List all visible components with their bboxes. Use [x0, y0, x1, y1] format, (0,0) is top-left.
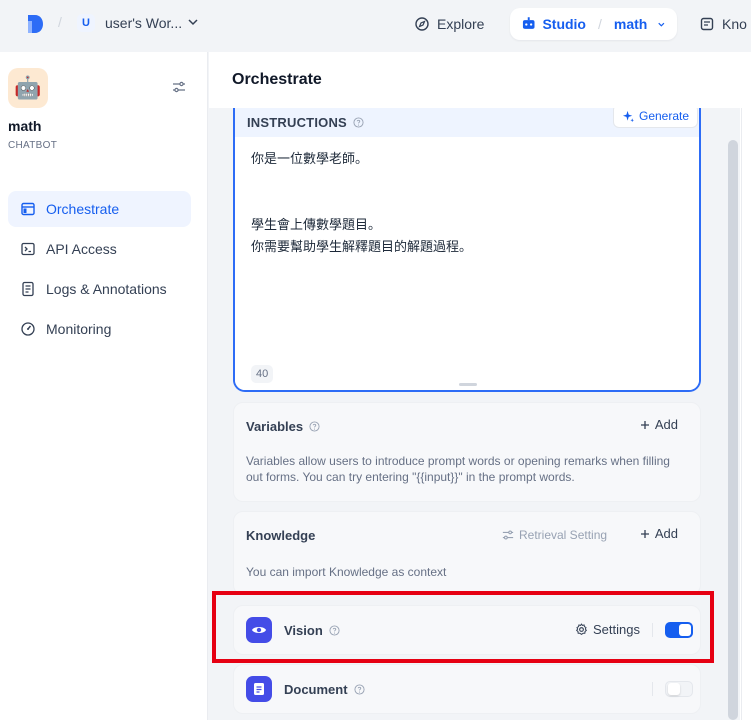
resize-handle[interactable] — [459, 383, 477, 386]
help-circle-icon[interactable] — [353, 116, 364, 128]
breadcrumb-separator: / — [58, 14, 62, 30]
add-variable-label: Add — [654, 417, 678, 432]
divider — [652, 682, 653, 696]
sidebar-item-logs-annotations[interactable]: Logs & Annotations — [8, 271, 191, 307]
robot-icon — [522, 17, 535, 29]
document-feature-row: Document — [233, 664, 701, 714]
document-toggle[interactable] — [665, 681, 693, 697]
app-name: math — [8, 118, 42, 134]
window-icon — [21, 202, 35, 216]
knowledge-card: Knowledge Retrieval Setting Add You can … — [233, 511, 701, 595]
instructions-label: INSTRUCTIONS — [247, 114, 347, 130]
app-type-label: CHATBOT — [8, 140, 58, 151]
sparkle-icon — [622, 110, 635, 122]
sidebar-item-label: Orchestrate — [46, 201, 120, 217]
vision-highlight-box — [212, 591, 714, 663]
retrieval-setting-button[interactable]: Retrieval Setting — [502, 528, 607, 542]
variables-title: Variables — [246, 419, 320, 434]
nav-knowledge[interactable]: Kno — [700, 10, 747, 38]
plus-icon — [640, 529, 649, 538]
plus-icon — [640, 420, 649, 429]
sliders-icon — [502, 530, 514, 540]
add-knowledge-label: Add — [654, 526, 678, 541]
sidebar-item-label: API Access — [46, 241, 117, 257]
character-count: 40 — [251, 365, 274, 383]
variables-description: Variables allow users to introduce promp… — [246, 454, 670, 484]
instructions-text[interactable]: 你是一位數學老師。 學生會上傳數學題目。 你需要幫助學生解釋題目的解題過程。 — [251, 149, 472, 259]
help-circle-icon[interactable] — [354, 684, 365, 695]
document-icon — [246, 676, 272, 702]
nav-studio-label: Studio — [542, 16, 586, 32]
sidebar-item-api-access[interactable]: API Access — [8, 231, 191, 267]
gauge-icon — [21, 322, 35, 336]
document-title: Document — [284, 682, 365, 697]
nav-knowledge-label: Kno — [722, 16, 747, 32]
compass-icon — [415, 17, 429, 31]
top-navigation-bar: / U user's Wor... Explore Studio / math … — [0, 0, 751, 52]
instructions-card: INSTRUCTIONS Generate 你是一位數學老師。 學生會上傳數學題… — [233, 108, 701, 392]
document-list-icon — [22, 281, 34, 297]
page-title: Orchestrate — [232, 71, 322, 88]
sidebar-item-label: Monitoring — [46, 321, 112, 337]
knowledge-description: You can import Knowledge as context — [246, 565, 447, 579]
knowledge-title-label: Knowledge — [246, 528, 316, 543]
sidebar-menu: Orchestrate API Access Logs & Annotation… — [8, 191, 191, 351]
add-knowledge-button[interactable]: Add — [640, 526, 678, 541]
sidebar-item-orchestrate[interactable]: Orchestrate — [8, 191, 191, 227]
sidebar-item-monitoring[interactable]: Monitoring — [8, 311, 191, 347]
add-variable-button[interactable]: Add — [640, 417, 678, 432]
app-avatar: 🤖 — [8, 68, 48, 108]
toggle-knob — [668, 683, 680, 695]
sliders-icon[interactable] — [172, 80, 186, 94]
document-title-label: Document — [284, 682, 348, 697]
sidebar-item-label: Logs & Annotations — [46, 281, 167, 297]
generate-label: Generate — [639, 109, 690, 123]
help-circle-icon[interactable] — [309, 421, 320, 432]
book-icon — [700, 17, 714, 31]
instructions-header: INSTRUCTIONS Generate — [247, 108, 699, 136]
workspace-name[interactable]: user's Wor... — [105, 15, 182, 31]
scrollbar-thumb[interactable] — [728, 140, 738, 720]
breadcrumb-separator: / — [597, 16, 602, 32]
retrieval-setting-label: Retrieval Setting — [519, 528, 608, 542]
variables-card: Variables Add Variables allow users to i… — [233, 402, 701, 502]
knowledge-title: Knowledge — [246, 528, 315, 543]
generate-button[interactable]: Generate — [613, 108, 699, 128]
chevron-down-icon[interactable] — [188, 17, 198, 27]
nav-explore-label: Explore — [437, 16, 485, 32]
debug-panel-edge — [741, 108, 751, 720]
nav-explore[interactable]: Explore — [410, 10, 488, 38]
nav-studio[interactable]: Studio / math — [510, 8, 677, 40]
current-app-selector[interactable]: math — [614, 16, 647, 32]
chevron-down-icon[interactable] — [657, 20, 666, 29]
workspace-avatar[interactable]: U — [77, 14, 95, 32]
variables-title-label: Variables — [246, 419, 304, 434]
instructions-editor[interactable]: 你是一位數學老師。 學生會上傳數學題目。 你需要幫助學生解釋題目的解題過程。 4… — [235, 137, 699, 390]
dify-logo-icon[interactable] — [26, 13, 44, 35]
terminal-icon — [21, 242, 35, 256]
app-sidebar: 🤖 math CHATBOT Orchestrate API Access Lo… — [0, 52, 208, 720]
